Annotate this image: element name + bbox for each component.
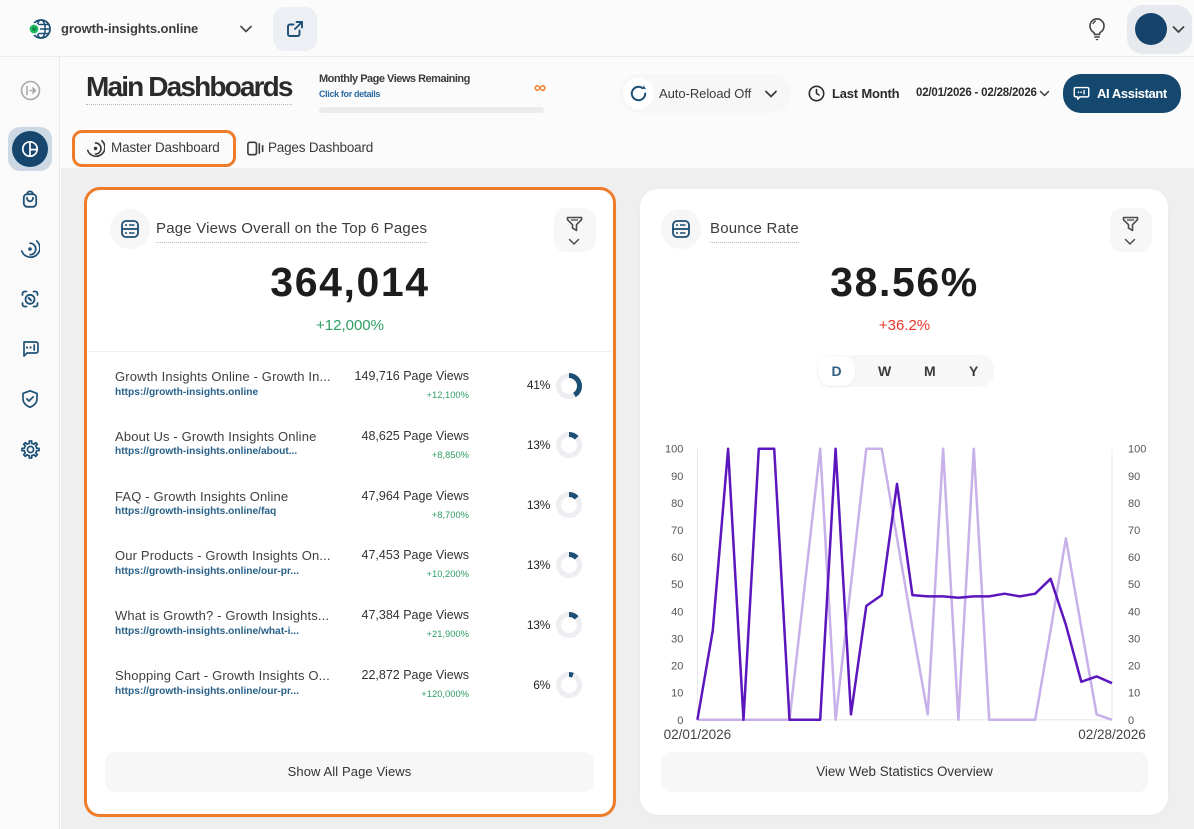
svg-text:0: 0	[677, 715, 683, 727]
svg-text:20: 20	[671, 661, 683, 673]
svg-text:10: 10	[1128, 688, 1140, 700]
svg-text:100: 100	[1128, 444, 1146, 456]
svg-text:50: 50	[1128, 579, 1140, 591]
svg-text:30: 30	[671, 634, 683, 646]
svg-text:90: 90	[671, 471, 683, 483]
svg-text:0: 0	[1128, 715, 1134, 727]
svg-text:40: 40	[1128, 606, 1140, 618]
svg-text:60: 60	[1128, 552, 1140, 564]
svg-text:20: 20	[1128, 661, 1140, 673]
svg-text:02/28/2026: 02/28/2026	[1078, 727, 1146, 742]
svg-text:100: 100	[665, 444, 683, 456]
svg-text:10: 10	[671, 688, 683, 700]
svg-text:70: 70	[671, 525, 683, 537]
svg-text:70: 70	[1128, 525, 1140, 537]
svg-text:80: 80	[1128, 498, 1140, 510]
svg-text:90: 90	[1128, 471, 1140, 483]
svg-text:40: 40	[671, 606, 683, 618]
svg-text:60: 60	[671, 552, 683, 564]
svg-text:80: 80	[671, 498, 683, 510]
svg-text:02/01/2026: 02/01/2026	[664, 727, 732, 742]
svg-text:30: 30	[1128, 634, 1140, 646]
svg-text:50: 50	[671, 579, 683, 591]
